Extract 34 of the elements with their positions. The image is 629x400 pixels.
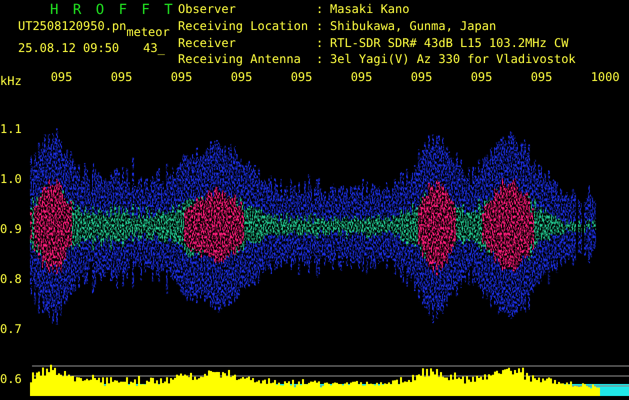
time-label: 095 xyxy=(410,70,434,84)
datetime: 25.08.12 09:50 xyxy=(18,41,120,55)
time-label: 095 xyxy=(350,70,374,84)
info-label: Observer xyxy=(178,3,237,18)
app-title: H R O F F T xyxy=(49,3,177,17)
frequency-label: 0.8 xyxy=(0,272,23,286)
time-label: 1000 xyxy=(590,70,621,84)
info-value: 3el Yagi(V) Az 330 for Vladivostok xyxy=(330,53,576,68)
frequency-label: 0.7 xyxy=(0,322,23,336)
separator-colon: : xyxy=(316,53,324,68)
time-label: 095 xyxy=(470,70,494,84)
info-label: Receiving Antenna xyxy=(178,53,302,68)
count-value: 43_ xyxy=(143,41,165,55)
info-value: Masaki Kano xyxy=(330,3,410,18)
frequency-label: 0.9 xyxy=(0,222,23,236)
time-label: 095 xyxy=(110,70,134,84)
frequency-label: 1.0 xyxy=(0,172,23,186)
info-value: Shibukawa, Gunma, Japan xyxy=(330,20,498,35)
separator-colon: : xyxy=(316,36,324,52)
frequency-label: 1.1 xyxy=(0,122,23,136)
time-label: 095 xyxy=(290,70,314,84)
frequency-label: 0.6 xyxy=(0,372,23,386)
time-label: 095 xyxy=(230,70,254,84)
unit-label: kHz xyxy=(0,74,22,88)
info-value: RTL-SDR SDR# 43dB L15 103.2MHz CW xyxy=(330,36,570,52)
file-name: UT2508120950.pn xyxy=(18,19,126,35)
time-label: 095 xyxy=(530,70,554,84)
separator-colon: : xyxy=(316,3,324,18)
separator-colon: : xyxy=(316,20,324,35)
file-type: meteor xyxy=(126,25,170,39)
time-label: 095 xyxy=(170,70,194,84)
time-label: 095 xyxy=(50,70,74,84)
info-label: Receiver xyxy=(178,36,237,52)
info-label: Receiving Location xyxy=(178,20,310,35)
